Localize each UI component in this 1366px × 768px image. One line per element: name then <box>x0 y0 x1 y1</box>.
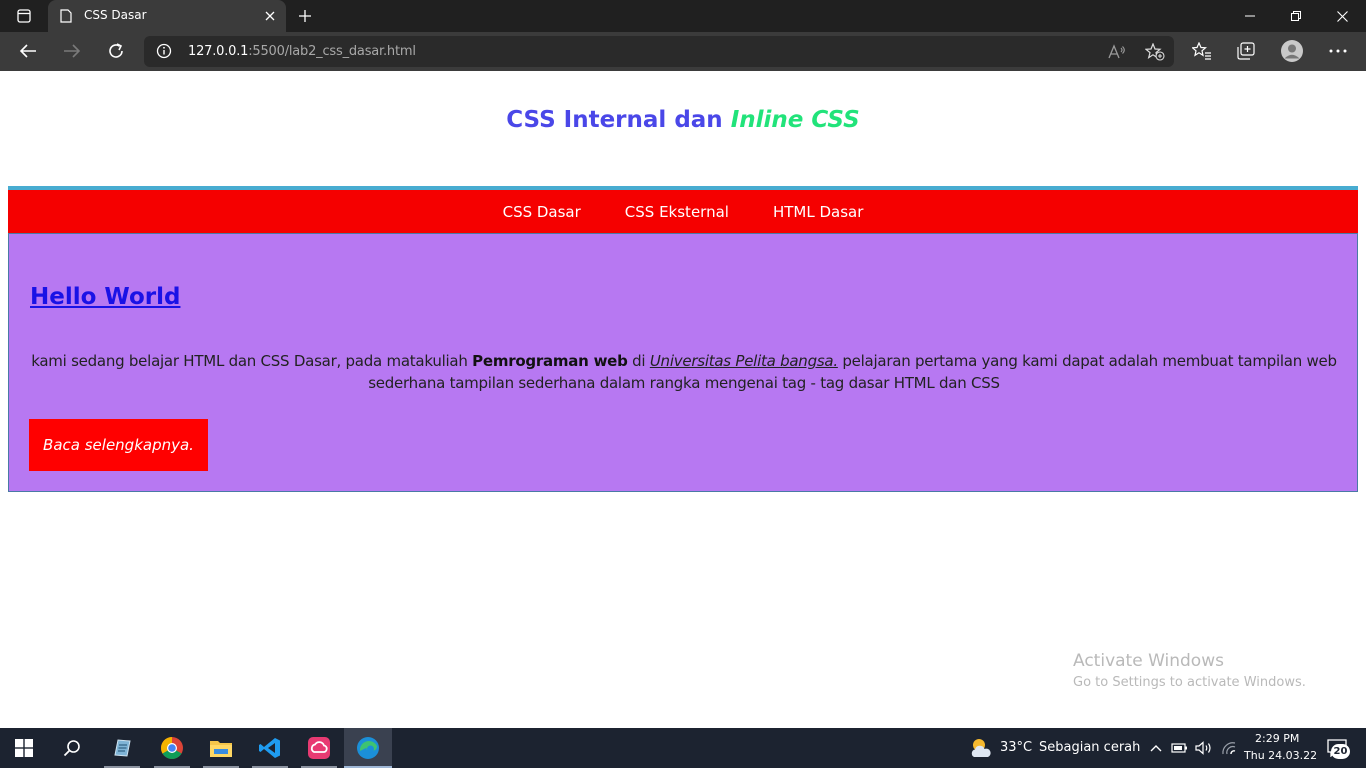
close-icon <box>265 11 275 21</box>
settings-menu-button[interactable] <box>1324 38 1352 64</box>
battery-plug-icon <box>1171 743 1187 753</box>
notes-app-icon <box>114 739 131 757</box>
university-link[interactable]: Universitas Pelita bangsa. <box>650 352 838 370</box>
collections-button[interactable] <box>1232 38 1260 64</box>
taskbar-app-notes[interactable] <box>98 728 146 768</box>
back-button[interactable] <box>14 38 42 64</box>
profile-button[interactable] <box>1278 38 1306 64</box>
start-button[interactable] <box>0 728 48 768</box>
info-icon[interactable] <box>156 43 172 59</box>
content-heading-link[interactable]: Hello World <box>30 284 180 310</box>
read-aloud-button[interactable] <box>1106 41 1128 63</box>
wifi-icon <box>1222 742 1236 755</box>
new-tab-button[interactable] <box>294 6 316 26</box>
network-button[interactable] <box>1218 738 1238 758</box>
page-title: CSS Internal dan Inline CSS <box>0 107 1366 133</box>
taskbar-app-creative-cloud[interactable] <box>295 728 343 768</box>
partly-sunny-icon <box>971 739 991 757</box>
watermark-title: Activate Windows <box>1073 651 1224 671</box>
chrome-icon <box>161 737 183 759</box>
web-page: CSS Internal dan Inline CSS CSS Dasar CS… <box>0 71 1366 728</box>
star-add-icon <box>1145 43 1165 61</box>
taskbar-app-edge[interactable] <box>344 728 392 768</box>
close-icon <box>1336 10 1348 22</box>
refresh-button[interactable] <box>102 38 130 64</box>
weather-description[interactable]: Sebagian cerah <box>1039 740 1140 755</box>
nav-link-css-dasar[interactable]: CSS Dasar <box>481 203 603 221</box>
browser-toolbar: 127.0.0.1:5500/lab2_css_dasar.html <box>0 32 1366 71</box>
arrow-right-icon <box>64 44 81 58</box>
close-window-button[interactable] <box>1322 4 1362 28</box>
speaker-icon <box>1195 741 1211 755</box>
minimize-button[interactable] <box>1230 4 1270 28</box>
activation-watermark: Activate Windows Go to Settings to activ… <box>1073 651 1306 690</box>
notification-count-badge: 20 <box>1331 744 1350 759</box>
notifications-button[interactable]: 20 <box>1322 738 1352 759</box>
creative-cloud-icon <box>308 737 330 759</box>
browser-tab[interactable]: CSS Dasar <box>48 0 286 32</box>
vscode-icon <box>259 738 280 758</box>
chevron-up-icon <box>1150 745 1162 752</box>
refresh-icon <box>109 43 123 58</box>
battery-button[interactable] <box>1170 738 1190 758</box>
paragraph-text-1: kami sedang belajar HTML dan CSS Dasar, … <box>31 352 473 370</box>
address-bar[interactable]: 127.0.0.1:5500/lab2_css_dasar.html <box>144 36 1174 67</box>
paragraph-bold: Pemrograman web <box>472 352 628 370</box>
watermark-subtitle: Go to Settings to activate Windows. <box>1073 675 1306 690</box>
weather-icon[interactable] <box>969 738 993 758</box>
restore-button[interactable] <box>1276 4 1316 28</box>
url-text[interactable]: 127.0.0.1:5500/lab2_css_dasar.html <box>188 44 416 59</box>
read-more-button[interactable]: Baca selengkapnya. <box>29 419 208 471</box>
taskbar-app-chrome[interactable] <box>148 728 196 768</box>
minimize-icon <box>1245 15 1255 17</box>
volume-button[interactable] <box>1194 738 1214 758</box>
restore-icon <box>1291 11 1301 21</box>
windows-logo-icon <box>15 739 33 757</box>
paragraph-text-2: di <box>627 352 650 370</box>
weather-temperature[interactable]: 33°C <box>1000 740 1032 755</box>
add-favorite-button[interactable] <box>1144 41 1166 63</box>
url-path: :5500/lab2_css_dasar.html <box>248 44 416 59</box>
browser-tab-bar: CSS Dasar <box>0 0 1366 32</box>
more-icon <box>1329 49 1347 53</box>
page-favicon-icon <box>60 9 72 23</box>
taskbar-app-vscode[interactable] <box>246 728 294 768</box>
avatar-icon <box>1281 40 1303 62</box>
nav-bar: CSS Dasar CSS Eksternal HTML Dasar <box>8 186 1358 234</box>
favorites-icon <box>1192 42 1211 60</box>
page-title-emphasis: Inline CSS <box>730 107 860 133</box>
favorites-button[interactable] <box>1188 38 1216 64</box>
forward-button[interactable] <box>58 38 86 64</box>
scrollbar-track[interactable] <box>1358 71 1366 728</box>
taskbar-app-file-explorer[interactable] <box>197 728 245 768</box>
collections-icon <box>1237 42 1255 60</box>
arrow-left-icon <box>19 44 36 58</box>
tab-title: CSS Dasar <box>84 8 147 22</box>
plus-icon <box>299 10 311 22</box>
page-title-main: CSS Internal dan <box>506 107 731 133</box>
tab-actions-button[interactable] <box>10 6 38 26</box>
nav-link-html-dasar[interactable]: HTML Dasar <box>751 203 885 221</box>
read-aloud-icon <box>1108 44 1125 59</box>
folder-icon <box>210 741 232 757</box>
taskbar: 33°C Sebagian cerah 2:29 PM Thu 24.03.22… <box>0 728 1366 768</box>
clock-time[interactable]: 2:29 PM <box>1255 732 1299 745</box>
show-hidden-icons-button[interactable] <box>1146 738 1166 758</box>
edge-icon <box>357 737 379 759</box>
tab-actions-icon <box>17 9 31 23</box>
search-icon <box>63 740 80 757</box>
content-box: Hello World kami sedang belajar HTML dan… <box>8 233 1358 492</box>
clock-date[interactable]: Thu 24.03.22 <box>1244 749 1317 762</box>
tab-close-button[interactable] <box>262 8 278 24</box>
search-button[interactable] <box>48 728 96 768</box>
content-paragraph: kami sedang belajar HTML dan CSS Dasar, … <box>25 350 1343 394</box>
url-host: 127.0.0.1 <box>188 44 249 59</box>
nav-link-css-eksternal[interactable]: CSS Eksternal <box>603 203 751 221</box>
